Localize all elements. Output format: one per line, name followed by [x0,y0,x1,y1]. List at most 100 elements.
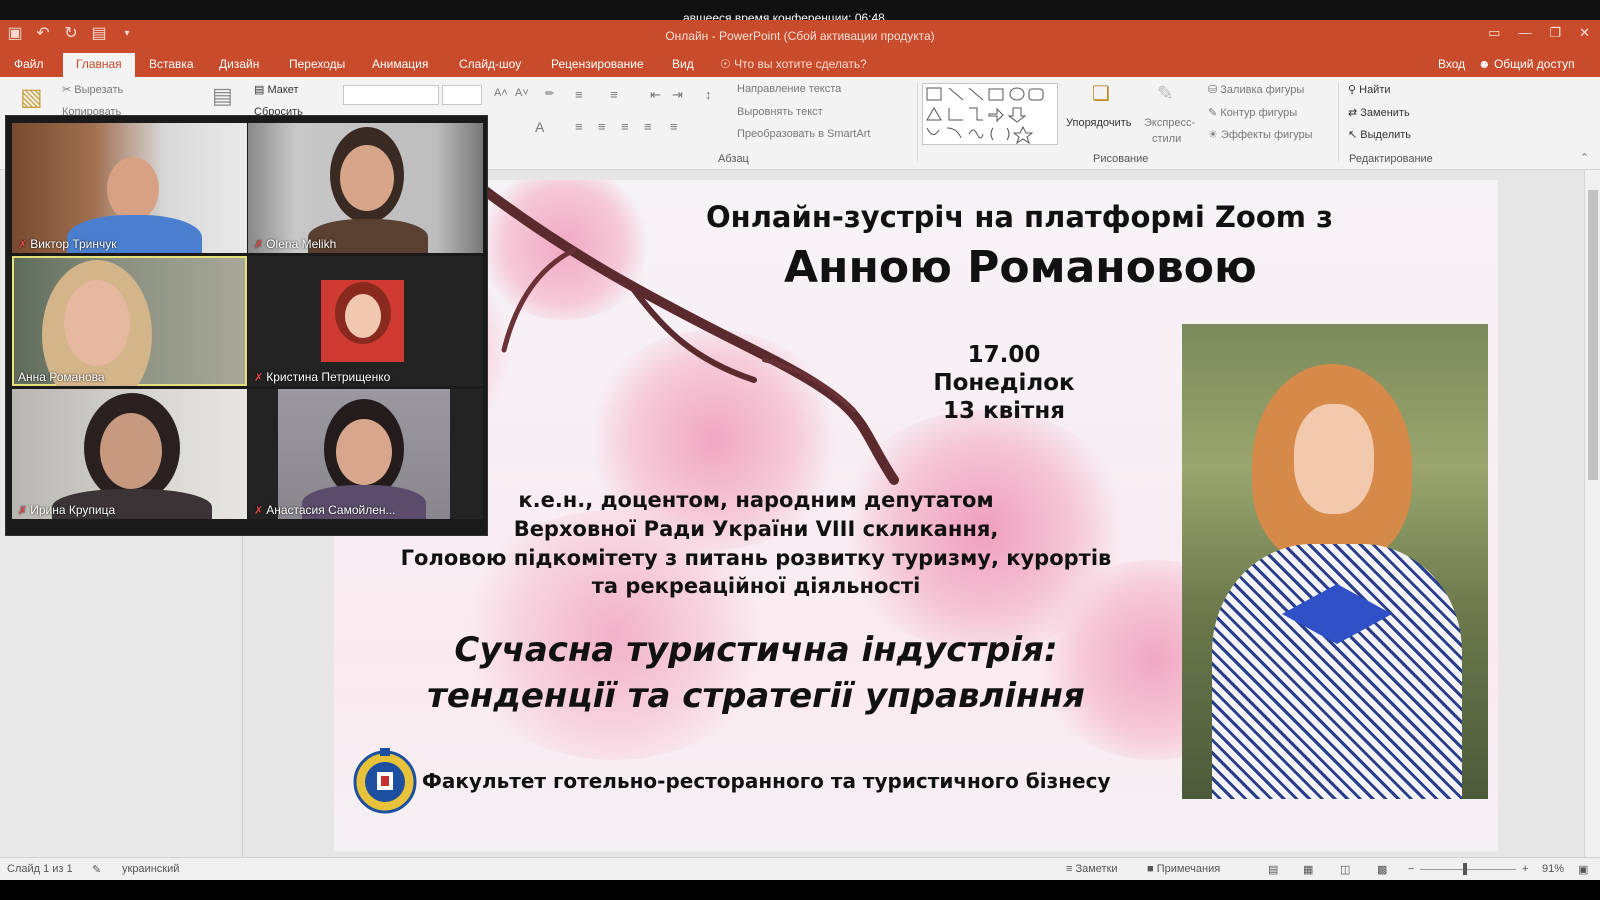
powerpoint-titlebar: ▣ ↶ ↻ ▤ ▾ Онлайн - PowerPoint (Сбой акти… [0,20,1600,50]
window-controls: ▭ — ❐ ✕ [1488,25,1590,41]
scissors-icon: ✂ [62,84,75,96]
decrease-font-icon[interactable]: A˅ [515,87,529,99]
normal-view-icon[interactable]: ▤ [1268,863,1278,876]
line-spacing-icon[interactable]: ↕ [705,87,712,102]
cut-button[interactable]: ✂ Вырезать [62,83,123,96]
shape-outline-button[interactable]: ✎ Контур фигуры [1208,106,1297,119]
convert-smartart-button[interactable]: Преобразовать в SmartArt [737,128,870,140]
photo-face [1294,404,1374,514]
text-direction-button[interactable]: Направление текста [737,83,841,95]
slide-counter: Слайд 1 из 1 [7,863,73,875]
replace-button[interactable]: ⇄ Заменить [1348,106,1410,119]
vertical-scrollbar[interactable] [1584,170,1600,857]
align-center-icon[interactable]: ≡ [598,119,606,134]
find-button[interactable]: ⚲ Найти [1348,83,1391,96]
ribbon-display-icon[interactable]: ▭ [1488,25,1500,41]
shape-effects-button[interactable]: ☀ Эффекты фигуры [1208,128,1313,141]
align-text-button[interactable]: Выровнять текст [737,106,823,118]
participant-face [336,419,392,485]
participant-tile[interactable]: ✗ Кристина Петрищенко [248,256,483,386]
zoom-level[interactable]: 91% [1542,863,1564,875]
tab-slideshow[interactable]: Слайд-шоу [459,57,521,71]
speaker-bio-line4: та рекреаційної діяльності [591,574,921,598]
close-icon[interactable]: ✕ [1579,25,1590,41]
layout-button[interactable]: ▤ Макет [254,83,299,96]
collapse-ribbon-icon[interactable]: ⌃ [1580,151,1589,164]
justify-icon[interactable]: ≡ [644,119,652,134]
tab-insert[interactable]: Вставка [149,57,194,71]
font-size-box[interactable] [442,85,482,105]
restore-icon[interactable]: ❐ [1549,25,1561,41]
arrange-icon[interactable]: ❏ [1092,81,1110,106]
columns-icon[interactable]: ≡ [670,119,678,134]
minimize-icon[interactable]: — [1518,25,1531,41]
scrollbar-thumb[interactable] [1588,190,1598,480]
slide-canvas[interactable]: Онлайн-зустріч на платформі Zoom з Анною… [334,180,1498,851]
tab-design[interactable]: Дизайн [219,57,259,71]
magnifier-icon: ⚲ [1348,84,1360,96]
participant-face [345,294,381,338]
bullets-icon[interactable]: ≡ [575,87,583,102]
share-button[interactable]: ☻ Общий доступ [1478,57,1575,71]
tab-transitions[interactable]: Переходы [289,57,345,71]
numbering-icon[interactable]: ≡ [610,87,618,102]
font-color-icon[interactable]: A [535,119,544,135]
font-name-box[interactable] [343,85,439,105]
arrange-button[interactable]: Упорядочить [1066,117,1131,129]
fit-to-window-icon[interactable]: ▣ [1578,863,1588,876]
participant-name: ✗ Olena Melikh [254,237,337,251]
select-button[interactable]: ↖ Выделить [1348,128,1411,141]
participant-tile[interactable]: ✗ Анастасия Самойлен... [248,389,483,519]
tab-view[interactable]: Вид [672,57,694,71]
participant-face [340,145,394,211]
indent-icon[interactable]: ⇤ [650,87,661,103]
tab-review[interactable]: Рецензирование [551,57,644,71]
tell-me-search[interactable]: ☉ Что вы хотите сделать? [720,57,867,71]
university-logo-icon [353,748,417,814]
zoom-slider-thumb[interactable] [1463,863,1467,875]
new-slide-icon[interactable]: ▤ [212,83,233,109]
speaker-bio-line3: Головою підкомітету з питань розвитку ту… [400,546,1112,570]
participant-face [64,280,130,366]
align-left-icon[interactable]: ≡ [575,119,583,134]
language-indicator[interactable]: украинский [122,863,179,875]
spellcheck-icon[interactable]: ✎ [92,863,101,876]
quick-styles-icon[interactable]: ✎ [1157,81,1174,106]
participant-name: ✗ Анастасия Самойлен... [254,503,396,517]
replace-icon: ⇄ [1348,107,1361,119]
participant-video [321,280,404,362]
clear-format-icon[interactable]: ✏ [545,87,554,100]
tab-file[interactable]: Файл [14,57,44,71]
ribbon-separator [917,83,918,161]
slide-heading-name: Анною Романовою [784,242,1257,293]
tab-home[interactable]: Главная [63,53,135,77]
zoom-in-icon[interactable]: + [1522,863,1528,875]
sign-in-link[interactable]: Вход [1438,57,1465,71]
notes-button[interactable]: ≡ Заметки [1066,863,1118,875]
reading-view-icon[interactable]: ◫ [1340,863,1350,876]
participant-tile[interactable]: ✗ Olena Melikh [248,123,483,253]
zoom-out-icon[interactable]: − [1408,863,1414,875]
paragraph-group-label: Абзац [718,153,749,165]
person-icon: ☻ [1478,57,1494,71]
quick-styles-button-line2[interactable]: стили [1152,133,1181,145]
increase-font-icon[interactable]: A˄ [494,87,508,99]
quick-styles-button[interactable]: Экспресс- [1144,117,1195,129]
shape-fill-button[interactable]: ⛁ Заливка фигуры [1208,83,1304,96]
tab-animations[interactable]: Анимация [372,57,428,71]
shapes-gallery[interactable] [922,83,1058,145]
muted-mic-icon: ✗ [254,372,264,384]
participant-tile-active-speaker[interactable]: Анна Романова [12,256,247,386]
faculty-name: Факультет готельно-ресторанного та турис… [422,769,1111,793]
participant-tile[interactable]: ✗ Ирина Крупица [12,389,247,519]
participant-tile[interactable]: ✗ Виктор Тринчук [12,123,247,253]
align-right-icon[interactable]: ≡ [621,119,629,134]
comments-button[interactable]: ■ Примечания [1147,863,1220,875]
paste-icon[interactable]: ▧ [20,83,43,112]
outdent-icon[interactable]: ⇥ [672,87,683,103]
muted-mic-icon: ✗ [18,239,28,251]
slideshow-view-icon[interactable]: ▩ [1377,863,1387,876]
zoom-slider-track[interactable] [1420,869,1516,870]
slide-sorter-icon[interactable]: ▦ [1303,863,1313,876]
event-time: 17.00 [967,342,1041,368]
